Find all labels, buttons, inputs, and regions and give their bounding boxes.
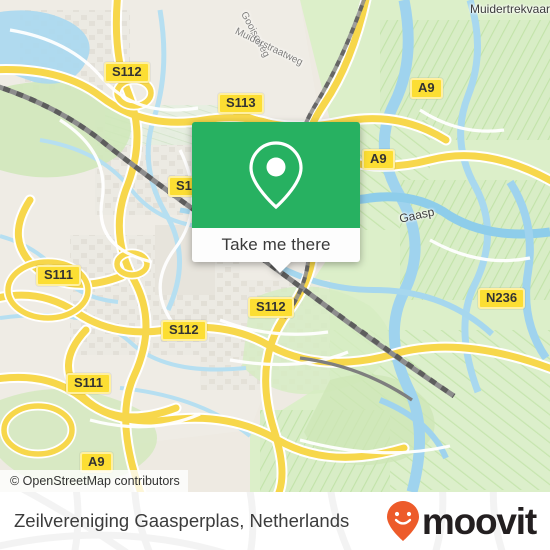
map-water-label-muidertrekvaart: Muidertrekvaart — [470, 2, 550, 16]
map-pin-icon — [249, 141, 303, 210]
place-title-label: Zeilvereniging Gaasperplas, Netherlands — [14, 510, 350, 531]
road-shield-n236: N236 — [478, 288, 526, 309]
road-shield-s112: S112 — [161, 320, 207, 341]
bottom-info-bar: Zeilvereniging Gaasperplas, Netherlands … — [0, 492, 550, 550]
osm-attribution[interactable]: © OpenStreetMap contributors — [0, 470, 188, 492]
road-shield-a9: A9 — [410, 78, 443, 99]
moovit-place-map-screenshot: Gooiseweg Muiderstraatweg Muidertrekvaar… — [0, 0, 550, 550]
road-shield-a9: A9 — [362, 149, 395, 170]
road-shield-s112: S112 — [104, 62, 150, 83]
place-popup-card[interactable]: Take me there — [192, 122, 360, 273]
take-me-there-button[interactable]: Take me there — [192, 228, 360, 262]
road-shield-s111: S111 — [66, 373, 111, 394]
moovit-wordmark: moovit — [421, 500, 537, 542]
road-shield-s113: S113 — [218, 93, 264, 114]
take-me-there-label: Take me there — [221, 235, 331, 254]
popup-pointer-tail — [269, 262, 291, 273]
road-shield-s111: S111 — [36, 265, 81, 286]
moovit-pin-smiley-icon — [386, 501, 419, 541]
place-title: Zeilvereniging Gaasperplas, Netherlands — [14, 492, 349, 550]
popup-header — [192, 122, 360, 228]
osm-attribution-label: © OpenStreetMap contributors — [10, 474, 180, 488]
road-shield-s112: S112 — [248, 297, 294, 318]
moovit-logo[interactable]: moovit — [386, 492, 537, 550]
map-canvas[interactable]: Gooiseweg Muiderstraatweg Muidertrekvaar… — [0, 0, 550, 492]
